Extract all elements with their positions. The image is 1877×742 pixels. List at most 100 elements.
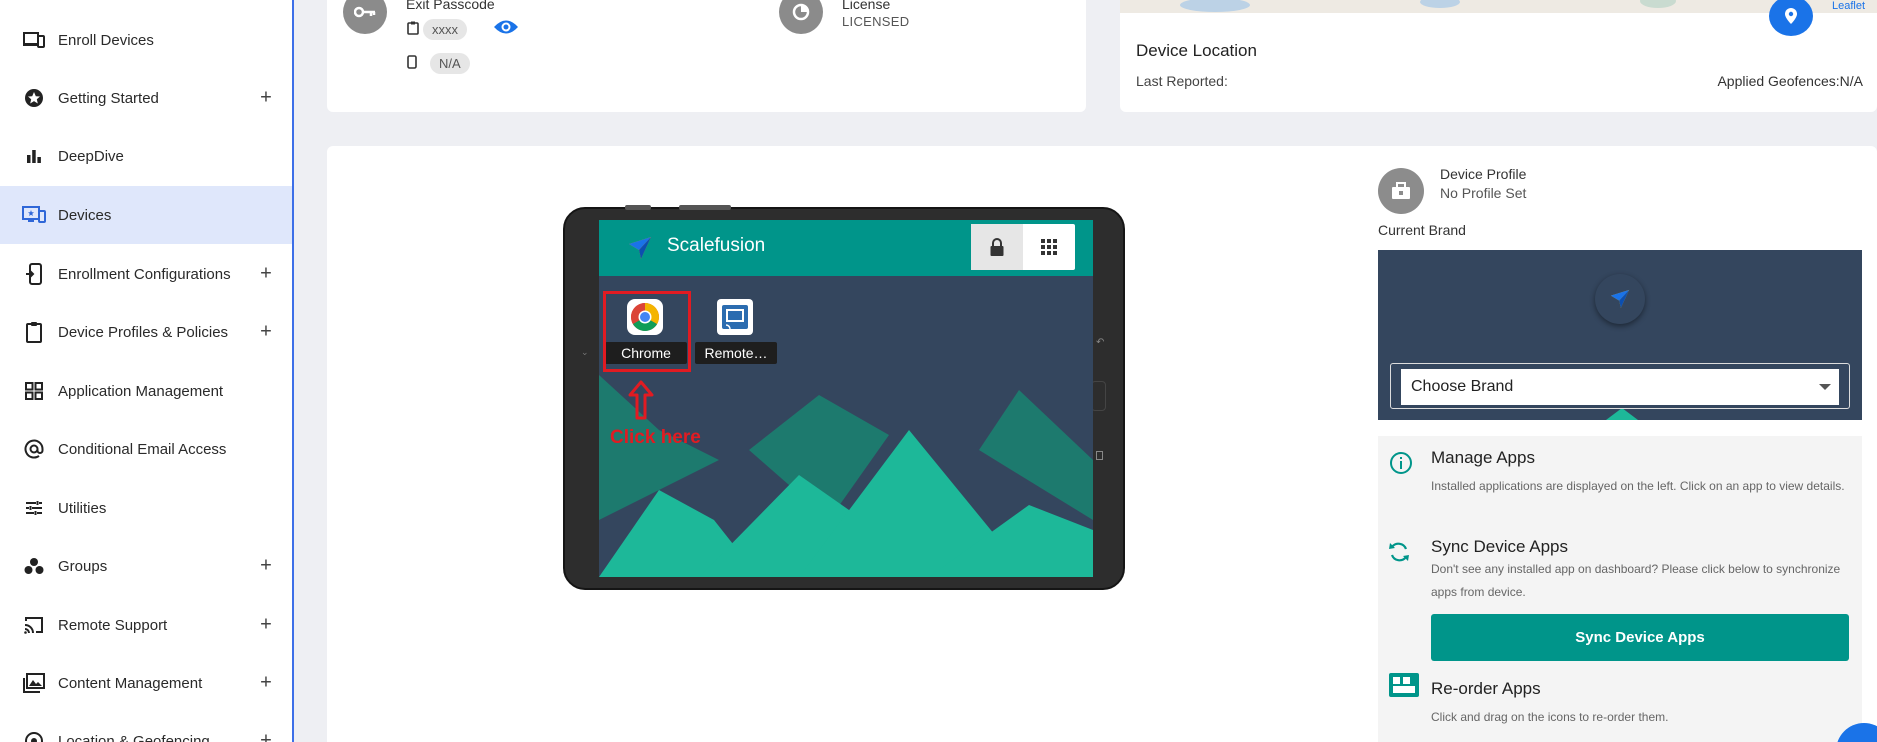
expand-plus-icon[interactable]: + [256,263,276,286]
sidebar-item-location-geofencing[interactable]: Location & Geofencing + [0,712,292,742]
reorder-apps-title: Re-order Apps [1431,679,1541,698]
clipboard-small-icon [407,21,419,40]
phone-small-icon [407,55,417,74]
reorder-apps-desc: Click and drag on the icons to re-order … [1431,710,1669,724]
device-location-title: Device Location [1136,41,1257,60]
sidebar-item-application-management[interactable]: Application Management [0,362,292,420]
sidebar-item-getting-started[interactable]: Getting Started + [0,69,292,127]
tablet-side-chevron: ⌄ [581,347,589,357]
sidebar-item-label: Utilities [58,499,107,517]
device-profile-icon [1378,168,1424,214]
sidebar-item-enroll-devices[interactable]: Enroll Devices [0,11,292,69]
scalefusion-logo-icon [1610,289,1630,309]
expand-plus-icon[interactable]: + [256,614,276,637]
sidebar-item-label: DeepDive [58,147,124,165]
brand-select-frame: Choose Brand [1390,363,1850,409]
kiosk-header-buttons [971,224,1075,270]
sidebar-item-label: Groups [58,557,108,575]
sidebar-item-label: Enrollment Configurations [58,265,231,283]
app-label: Remote… [695,342,777,364]
chevron-down-icon [1819,384,1831,390]
applied-geofences-label: Applied Geofences: [1717,73,1840,89]
click-here-annotation: Click here [610,427,701,448]
sliders-icon [22,496,46,520]
sidebar-item-deepdive[interactable]: DeepDive [0,127,292,185]
at-sign-icon [22,437,46,461]
lock-icon [990,238,1004,256]
last-reported-label: Last Reported: [1136,73,1228,89]
sidebar-item-utilities[interactable]: Utilities [0,479,292,537]
expand-plus-icon[interactable]: + [256,321,276,344]
sync-device-apps-title: Sync Device Apps [1431,537,1569,556]
remote-cast-icon [717,299,753,335]
groups-icon [22,554,46,578]
applied-geofences: Applied Geofences:N/A [1717,73,1863,89]
passcode-value: xxxx [423,19,467,40]
expand-plus-icon[interactable]: + [256,87,276,110]
license-value: LICENSED [842,14,910,29]
device-profile-label: Device Profile [1440,166,1527,182]
brand-preview: Choose Brand [1378,250,1862,420]
sidebar-item-remote-support[interactable]: Remote Support + [0,596,292,654]
sidebar-item-devices[interactable]: Devices [0,186,292,244]
sidebar-item-label: Location & Geofencing [58,732,210,742]
exit-passcode-label: Exit Passcode [406,0,495,12]
bar-chart-icon [22,144,46,168]
map-attribution[interactable]: Leaflet [1832,0,1865,12]
choose-brand-value: Choose Brand [1411,378,1514,395]
choose-brand-select[interactable]: Choose Brand [1401,369,1839,405]
scalefusion-logo-icon [627,236,653,265]
license-icon [779,0,823,34]
location-map[interactable] [1120,0,1877,13]
sidebar-item-label: Application Management [58,382,224,400]
sync-device-apps-button[interactable]: Sync Device Apps [1431,614,1849,661]
reorder-icon [1388,672,1420,703]
eye-icon[interactable] [493,18,519,41]
key-icon [343,0,387,34]
expand-plus-icon[interactable]: + [256,730,276,742]
star-badge-icon [22,86,46,110]
app-drawer-button[interactable] [1023,224,1075,270]
sidebar-item-label: Conditional Email Access [58,440,227,458]
sidebar-item-label: Remote Support [58,616,168,634]
apps-grid-icon [22,379,46,403]
app-remote[interactable]: Remote… [695,292,777,364]
sync-device-apps-desc: Don't see any installed app on dashboard… [1431,562,1841,599]
grid-dots-icon [1041,239,1057,255]
expand-plus-icon[interactable]: + [256,672,276,695]
image-gallery-icon [22,671,46,695]
sidebar-item-groups[interactable]: Groups + [0,537,292,595]
tablet-home-button [1091,381,1106,411]
cast-icon [22,613,46,637]
lock-button[interactable] [971,224,1023,270]
tablet-recents-icon [1096,451,1103,460]
license-label: License [842,0,891,12]
manage-apps-desc: Installed applications are displayed on … [1431,479,1845,493]
sidebar-item-device-profiles-policies[interactable]: Device Profiles & Policies + [0,303,292,361]
map-marker-icon [1785,8,1797,24]
tablet-back-icon: ↶ [1096,337,1105,348]
kiosk-title: Scalefusion [667,235,766,256]
passcode-license-card: Exit Passcode xxxx N/A License LICENSED [327,0,1086,112]
expand-plus-icon[interactable]: + [256,555,276,578]
sync-icon [1387,540,1411,569]
sidebar-item-label: Enroll Devices [58,31,154,49]
devices-icon [22,203,46,227]
sidebar-item-content-management[interactable]: Content Management + [0,654,292,712]
manage-apps-title: Manage Apps [1431,448,1535,467]
sidebar-item-label: Getting Started [58,89,159,107]
chrome-highlight-box [603,291,691,372]
up-arrow-icon [628,380,654,425]
applied-geofences-value: N/A [1839,73,1863,89]
brand-logo [1595,274,1645,324]
sidebar-item-enrollment-configurations[interactable]: Enrollment Configurations + [0,245,292,303]
current-brand-label: Current Brand [1378,222,1466,238]
device-profile-value: No Profile Set [1440,185,1527,201]
location-icon [22,729,46,742]
sidebar: Enroll Devices Getting Started + DeepDiv… [0,0,294,742]
tablet-screen: Scalefusion Chrome Remote… [599,220,1093,577]
phone-value: N/A [430,53,470,74]
sidebar-item-conditional-email-access[interactable]: Conditional Email Access [0,420,292,478]
enrollment-config-icon [22,262,46,286]
sidebar-item-label: Device Profiles & Policies [58,323,229,341]
